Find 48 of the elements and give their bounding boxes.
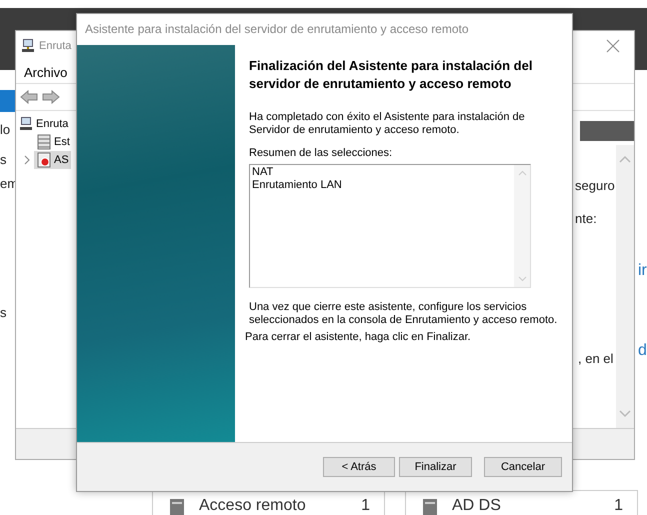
tile-title: AD DS xyxy=(452,497,502,515)
scroll-down-icon[interactable] xyxy=(518,276,526,282)
server-icon xyxy=(420,497,440,515)
role-tile[interactable]: Acceso remoto 1 xyxy=(152,490,385,515)
server-icon xyxy=(167,497,187,515)
close-icon[interactable] xyxy=(606,39,620,53)
summary-item: NAT xyxy=(252,166,274,179)
finish-button[interactable]: Finalizar xyxy=(399,457,472,477)
chevron-icon[interactable] xyxy=(23,155,31,165)
text-fragment: , en el xyxy=(578,351,614,366)
summary-label: Resumen de las selecciones: xyxy=(249,147,394,159)
text-fragment: s xyxy=(0,305,6,320)
cancel-button[interactable]: Cancelar xyxy=(484,457,562,477)
link-fragment[interactable]: ir xyxy=(638,262,647,280)
text-fragment: lo xyxy=(0,122,10,137)
tile-count: 1 xyxy=(614,497,623,515)
summary-box[interactable]: NAT Enrutamiento LAN xyxy=(249,164,531,288)
server-stack-icon xyxy=(36,134,52,150)
role-tile[interactable]: AD DS 1 xyxy=(405,490,638,515)
menu-item[interactable]: Archivo xyxy=(24,64,68,80)
dialog-title: Asistente para instalación del servidor de enrutamiento y acceso remoto xyxy=(84,21,470,38)
tree-item[interactable]: Est xyxy=(34,133,72,151)
back-arrow-icon[interactable] xyxy=(20,90,38,104)
column-header xyxy=(580,121,634,141)
scroll-up-icon[interactable] xyxy=(518,170,526,176)
computer-icon xyxy=(20,38,36,54)
nav-highlight xyxy=(0,90,15,112)
summary-item: Enrutamiento LAN xyxy=(252,179,343,192)
tree-item[interactable]: AS xyxy=(34,151,71,169)
scrollbar[interactable] xyxy=(616,145,634,428)
text-fragment: seguro xyxy=(575,178,615,193)
note-text: Una vez que cierre este asistente, configure los servicios seleccionados en la consola de Enrutamiento y acceso remoto. xyxy=(249,301,558,327)
closing-text: Para cerrar el asistente, haga clic en Finalizar. xyxy=(245,331,472,344)
intro-text: Ha completado con éxito el Asistente para instalación de Servidor de enrutamiento y acceso remoto. xyxy=(249,111,526,137)
scroll-up-icon[interactable] xyxy=(619,155,631,163)
text-fragment: nte: xyxy=(575,211,597,226)
server-icon xyxy=(36,152,52,168)
tile-count: 1 xyxy=(361,497,370,515)
forward-arrow-icon[interactable] xyxy=(42,90,60,104)
tile-title: Acceso remoto xyxy=(199,497,307,515)
scroll-down-icon[interactable] xyxy=(619,410,631,418)
back-button[interactable]: < Atrás xyxy=(323,457,395,477)
tree-item[interactable]: Enruta xyxy=(36,118,68,130)
computer-icon xyxy=(18,116,34,132)
text-fragment: s xyxy=(0,152,6,167)
wizard-heading: Finalización del Asistente para instalación del servidor de enrutamiento y acceso remoto xyxy=(249,57,534,93)
window-title: Enruta xyxy=(39,40,72,52)
link-fragment[interactable]: d xyxy=(638,342,647,360)
